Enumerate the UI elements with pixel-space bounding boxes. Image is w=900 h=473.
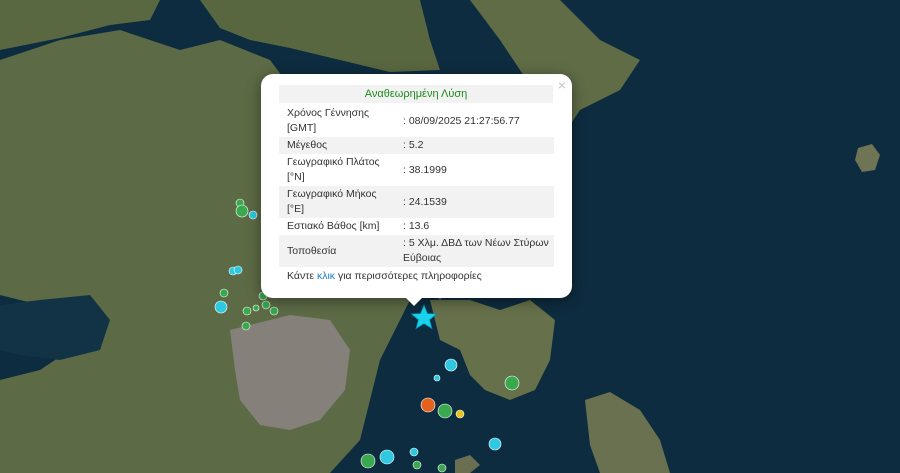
value-latitude: : 38.1999: [403, 163, 447, 176]
event-marker[interactable]: [235, 204, 249, 218]
event-marker[interactable]: [504, 375, 520, 391]
value-depth: : 13.6: [403, 220, 430, 232]
event-marker[interactable]: [242, 306, 252, 316]
close-icon[interactable]: ×: [558, 77, 566, 93]
value-magnitude: : 5.2: [399, 137, 554, 154]
event-marker[interactable]: [252, 304, 260, 312]
event-marker[interactable]: [437, 463, 447, 473]
event-marker[interactable]: [433, 374, 441, 382]
label-origin-time: Χρόνος Γέννησης [GMT]: [287, 107, 370, 134]
label-longitude: Γεωγραφικό Μήκος [°E]: [279, 186, 399, 218]
event-marker[interactable]: [488, 437, 502, 451]
value-location: : 5 Χλμ. ΔΒΔ των Νέων Στύρων Εύβοιας: [399, 235, 554, 267]
event-marker[interactable]: [241, 321, 251, 331]
event-marker[interactable]: [360, 453, 376, 469]
more-info-link[interactable]: κλικ: [317, 270, 335, 282]
info-table: Χρόνος Γέννησης [GMT] : 08/09/2025 21:27…: [279, 105, 554, 267]
earthquake-popup: × Αναθεωρημένη Λύση Χρόνος Γέννησης [GMT…: [261, 74, 572, 298]
table-row: Χρόνος Γέννησης [GMT] : 08/09/2025 21:27…: [279, 105, 554, 137]
event-marker[interactable]: [437, 403, 453, 419]
event-marker[interactable]: [409, 447, 419, 457]
popup-title: Αναθεωρημένη Λύση: [279, 85, 553, 103]
event-marker[interactable]: [269, 306, 279, 316]
more-info: Κάντε κλικ για περισσότερες πληροφορίες: [279, 269, 554, 284]
event-marker[interactable]: [412, 460, 422, 470]
more-suffix: για περισσότερες πληροφορίες: [335, 270, 482, 282]
value-longitude: : 24.1539: [399, 186, 554, 218]
label-depth: Εστιακό Βάθος [km]: [287, 220, 380, 232]
value-origin-time: : 08/09/2025 21:27:56.77: [403, 114, 520, 127]
more-prefix: Κάντε: [287, 270, 317, 282]
label-location: Τοποθεσία: [279, 235, 399, 267]
label-magnitude: Μέγεθος: [279, 137, 399, 154]
table-row: Μέγεθος : 5.2: [279, 137, 554, 154]
table-row: Γεωγραφικό Πλάτος [°N] : 38.1999: [279, 154, 554, 186]
table-row: Τοποθεσία : 5 Χλμ. ΔΒΔ των Νέων Στύρων Ε…: [279, 235, 554, 267]
label-latitude: Γεωγραφικό Πλάτος [°N]: [287, 156, 380, 183]
event-marker[interactable]: [444, 358, 458, 372]
event-marker[interactable]: [261, 300, 271, 310]
table-row: Γεωγραφικό Μήκος [°E] : 24.1539: [279, 186, 554, 218]
event-marker[interactable]: [233, 265, 243, 275]
event-marker[interactable]: [248, 210, 258, 220]
event-marker[interactable]: [219, 288, 229, 298]
event-marker[interactable]: [455, 409, 465, 419]
event-marker[interactable]: [420, 397, 436, 413]
table-row: Εστιακό Βάθος [km] : 13.6: [279, 218, 554, 235]
popup-tip: [404, 296, 424, 306]
event-marker[interactable]: [214, 300, 228, 314]
gulf-water: [0, 295, 110, 360]
event-marker[interactable]: [379, 449, 395, 465]
